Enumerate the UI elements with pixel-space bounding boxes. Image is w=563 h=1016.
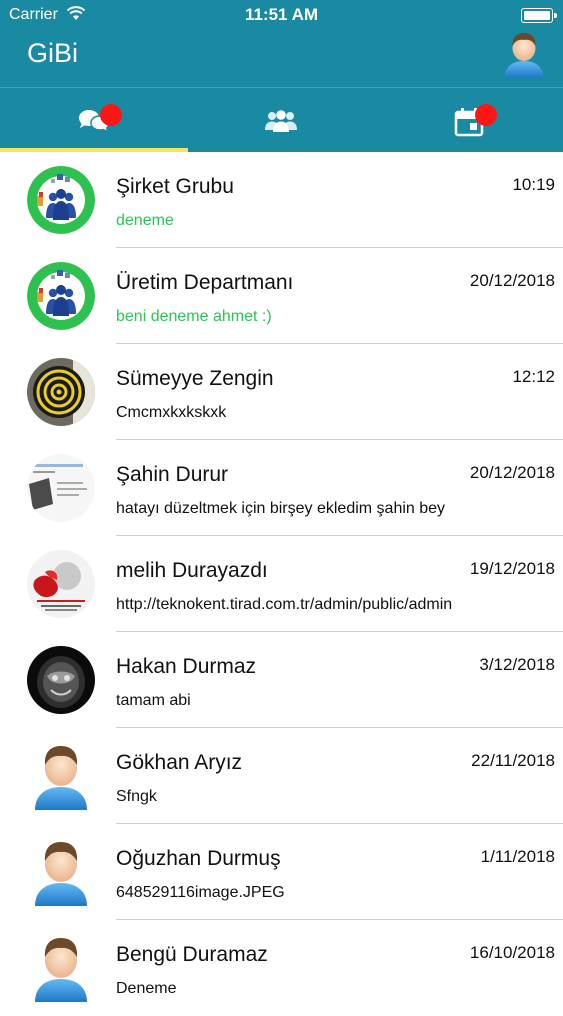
tab-bar <box>0 88 563 152</box>
contact-name: Gökhan Aryız <box>116 751 243 774</box>
tab-calendar[interactable] <box>375 88 563 152</box>
conversation-row[interactable]: Üretim Departmanı 20/12/2018 beni deneme… <box>0 248 563 344</box>
conversation-row[interactable]: Gökhan Aryız 22/11/2018 Sfngk <box>0 728 563 824</box>
group-logo-icon <box>27 262 95 330</box>
people-icon <box>264 110 297 132</box>
chats-notification-badge <box>100 104 122 126</box>
default-user-icon <box>27 742 95 810</box>
contact-name: melih Durayazdı <box>116 559 268 582</box>
conversation-row[interactable]: Şahin Durur 20/12/2018 hatayı düzeltmek … <box>0 440 563 536</box>
conversation-row[interactable]: Hakan Durmaz 3/12/2018 tamam abi <box>0 632 563 728</box>
tab-contacts[interactable] <box>188 88 376 152</box>
message-date: 16/10/2018 <box>469 943 555 962</box>
conversation-row[interactable]: Sümeyye Zengin 12:12 Cmcmxkxkskxk <box>0 344 563 440</box>
contact-name: Şirket Grubu <box>116 175 234 198</box>
message-preview: 648529116image.JPEG <box>116 884 285 901</box>
contact-name: Bengü Duramaz <box>116 943 268 966</box>
contact-name: Sümeyye Zengin <box>116 367 274 390</box>
status-time: 11:51 AM <box>244 5 319 24</box>
target-photo <box>27 358 95 426</box>
message-date: 20/12/2018 <box>469 463 555 482</box>
message-preview: Cmcmxkxkskxk <box>116 404 227 421</box>
message-preview: http://teknokent.tirad.com.tr/admin/publ… <box>116 596 453 613</box>
conversation-row[interactable]: Oğuzhan Durmuş 1/11/2018 648529116image.… <box>0 824 563 920</box>
conversation-row[interactable]: melih Durayazdı 19/12/2018 http://teknok… <box>0 536 563 632</box>
calendar-notification-badge <box>475 104 498 126</box>
message-date: 20/12/2018 <box>469 271 555 290</box>
message-date: 22/11/2018 <box>471 751 555 770</box>
profile-button[interactable] <box>502 30 546 78</box>
conversation-row[interactable]: Şirket Grubu 10:19 deneme <box>0 152 563 248</box>
message-preview: Deneme <box>116 980 177 997</box>
battery-icon <box>521 8 557 23</box>
contact-name: Şahin Durur <box>116 463 229 486</box>
message-preview: Sfngk <box>116 788 157 805</box>
app-header: Carrier 11:51 AM GiBi <box>0 0 563 152</box>
tab-chats[interactable] <box>0 88 188 152</box>
document-photo <box>27 454 95 522</box>
poster-photo <box>27 550 95 618</box>
message-preview: beni deneme ahmet :) <box>116 308 272 325</box>
default-user-icon <box>27 838 95 906</box>
contact-name: Oğuzhan Durmuş <box>116 847 281 870</box>
user-avatar-icon <box>505 33 543 78</box>
message-date: 1/11/2018 <box>480 847 555 866</box>
status-bar: Carrier 11:51 AM <box>0 0 563 30</box>
conversation-row[interactable]: Bengü Duramaz 16/10/2018 Deneme <box>0 920 563 1016</box>
message-preview: tamam abi <box>116 692 191 709</box>
contact-name: Üretim Departmanı <box>116 271 294 294</box>
message-date: 3/12/2018 <box>479 655 555 674</box>
message-date: 19/12/2018 <box>469 559 555 578</box>
message-preview: hatayı düzeltmek için birşey ekledim şah… <box>116 500 446 517</box>
group-logo-icon <box>27 166 95 234</box>
conversation-list: Şirket Grubu 10:19 deneme Üretim Departm… <box>0 152 563 1016</box>
app-title: GiBi <box>27 38 79 68</box>
default-user-icon <box>27 934 95 1002</box>
scan-photo <box>27 646 95 714</box>
message-date: 12:12 <box>512 367 555 386</box>
message-preview: deneme <box>116 212 174 229</box>
message-date: 10:19 <box>512 175 555 194</box>
contact-name: Hakan Durmaz <box>116 655 257 678</box>
